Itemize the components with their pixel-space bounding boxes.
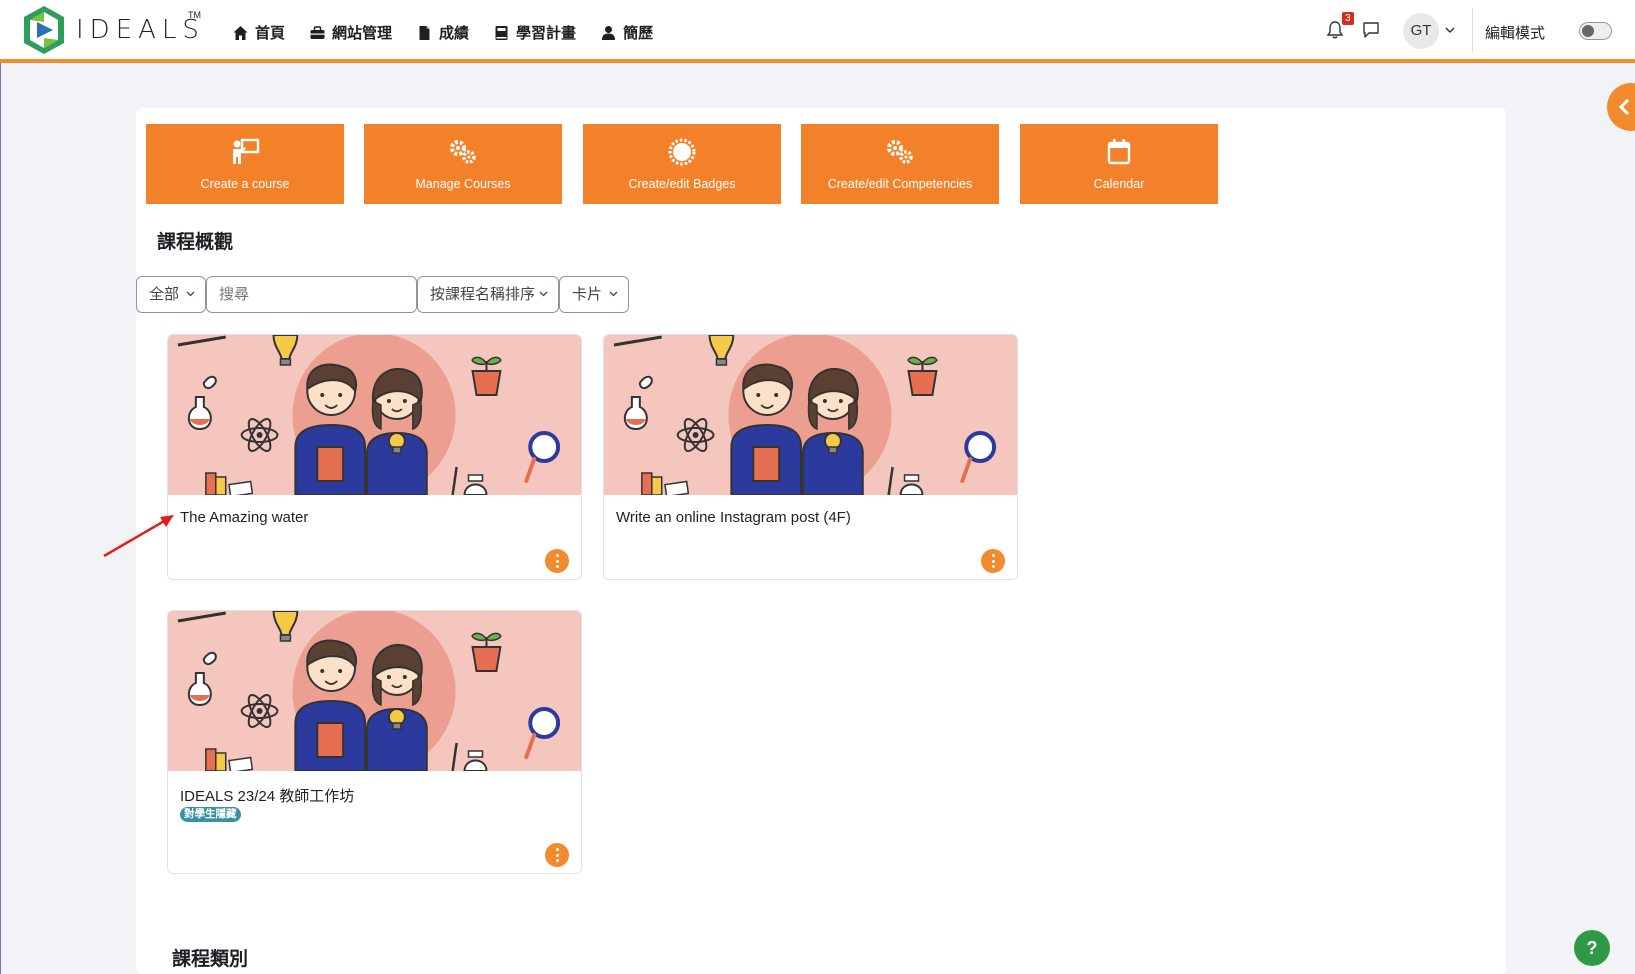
admin-icon <box>310 25 325 39</box>
annotation-arrow-icon <box>103 515 174 558</box>
primary-navigation: 首頁 網站管理 成績 學習計畫 簡歷 <box>232 22 653 43</box>
course-card[interactable]: IDEALS 23/24 教師工作坊 對學生隱藏 <box>167 610 582 874</box>
quick-action-label: Create/edit Badges <box>628 177 736 191</box>
help-button[interactable]: ? <box>1574 930 1610 966</box>
quick-action-label: Calendar <box>1093 177 1145 191</box>
quick-action-label: Create/edit Competencies <box>827 177 973 191</box>
chevron-down-icon <box>609 291 618 297</box>
create-course-button[interactable]: Create a course <box>146 124 344 204</box>
open-drawer-button[interactable] <box>1607 83 1635 131</box>
calendar-button[interactable]: Calendar <box>1020 124 1218 204</box>
course-search-input[interactable] <box>206 276 417 313</box>
messages-icon[interactable] <box>1362 21 1380 39</box>
course-name-link[interactable]: Write an online Instagram post (4F) <box>616 509 851 526</box>
nav-item-grades[interactable]: 成績 <box>416 22 469 43</box>
user-avatar[interactable]: GT <box>1403 13 1439 49</box>
nav-item-label: 簡歷 <box>623 25 654 42</box>
home-icon <box>233 25 248 40</box>
course-filter-dropdown[interactable]: 全部 <box>136 276 206 313</box>
quick-action-label: Create a course <box>200 177 290 191</box>
nav-item-site-admin[interactable]: 網站管理 <box>309 22 392 43</box>
nav-item-label: 網站管理 <box>332 25 393 42</box>
grades-icon <box>419 25 430 40</box>
calendar-icon <box>1107 139 1131 165</box>
nav-item-label: 首頁 <box>255 25 286 42</box>
navbar-divider <box>1472 8 1473 52</box>
nav-item-label: 學習計畫 <box>516 25 577 42</box>
trademark-mark: TM <box>188 10 201 20</box>
course-card[interactable]: Write an online Instagram post (4F) <box>603 334 1018 580</box>
learning-plan-icon <box>495 25 508 40</box>
nav-item-profile[interactable]: 簡歷 <box>600 22 653 43</box>
course-actions-menu[interactable] <box>981 549 1005 573</box>
badge-icon <box>668 138 696 166</box>
course-actions-menu[interactable] <box>545 549 569 573</box>
quick-action-label: Manage Courses <box>415 177 511 191</box>
course-categories-heading: 課程類別 <box>172 949 249 970</box>
edit-mode-label: 編輯模式 <box>1485 25 1546 42</box>
nav-item-label: 成績 <box>439 25 470 42</box>
notification-count-badge: 3 <box>1342 12 1354 25</box>
view-mode-dropdown[interactable]: 卡片 <box>559 276 629 313</box>
profile-icon <box>602 25 616 40</box>
main-content-panel: Create a course Manage Courses Create/ed… <box>136 108 1506 974</box>
chevron-down-icon <box>539 291 548 297</box>
hidden-from-students-badge: 對學生隱藏 <box>180 807 241 822</box>
window-edge <box>0 63 1 974</box>
chevron-down-icon <box>186 291 195 297</box>
course-image[interactable] <box>604 335 1017 495</box>
edit-mode-toggle[interactable] <box>1579 22 1612 40</box>
filter-label: 全部 <box>149 286 180 303</box>
ideals-logo-icon <box>24 6 64 54</box>
create-edit-badges-button[interactable]: Create/edit Badges <box>583 124 781 204</box>
nav-item-home[interactable]: 首頁 <box>232 22 285 43</box>
manage-courses-button[interactable]: Manage Courses <box>364 124 562 204</box>
top-navbar: IDEALS TM 首頁 網站管理 成績 學習計畫 簡歷 3 GT 編輯模式 <box>0 0 1635 63</box>
cogs-icon <box>450 140 476 164</box>
cogs-icon <box>887 140 913 164</box>
sort-label: 按課程名稱排序 <box>430 286 536 303</box>
course-image[interactable] <box>168 335 581 495</box>
site-logo[interactable]: IDEALS <box>20 4 205 56</box>
sort-dropdown[interactable]: 按課程名稱排序 <box>417 276 559 313</box>
course-actions-menu[interactable] <box>545 843 569 867</box>
course-name-link[interactable]: IDEALS 23/24 教師工作坊 <box>180 785 354 806</box>
chevron-down-icon[interactable] <box>1445 26 1455 34</box>
logo-text: IDEALS <box>76 15 205 45</box>
view-label: 卡片 <box>572 286 603 303</box>
course-overview-heading: 課程概觀 <box>157 232 234 253</box>
chevron-left-icon <box>1618 98 1630 116</box>
course-image[interactable] <box>168 611 581 771</box>
teacher-board-icon <box>233 138 260 164</box>
create-edit-competencies-button[interactable]: Create/edit Competencies <box>801 124 999 204</box>
course-name-link[interactable]: The Amazing water <box>180 509 308 526</box>
nav-item-learning-plans[interactable]: 學習計畫 <box>493 22 576 43</box>
course-card[interactable]: The Amazing water <box>167 334 582 580</box>
